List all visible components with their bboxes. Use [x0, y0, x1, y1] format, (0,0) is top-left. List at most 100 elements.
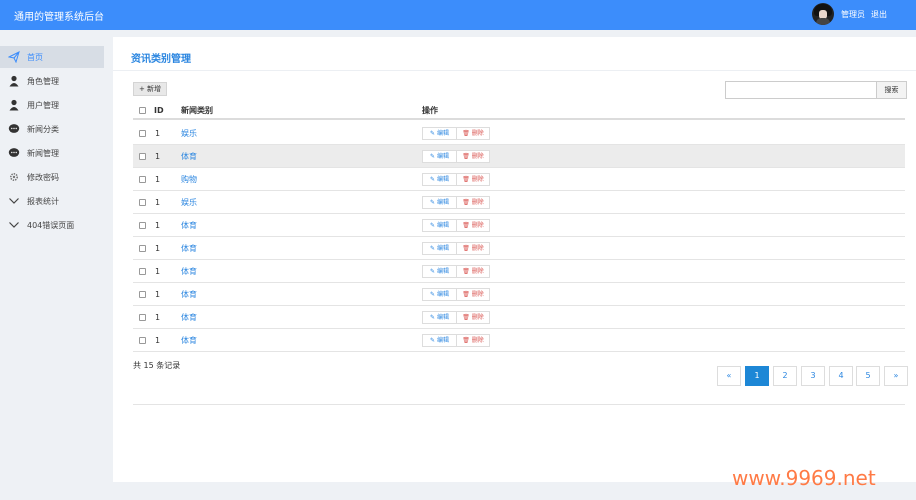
row-category[interactable]: 体育: [181, 260, 197, 282]
edit-icon: ✎: [430, 291, 437, 298]
search-button[interactable]: 搜索: [876, 81, 907, 99]
delete-button[interactable]: 🗑 删除: [456, 265, 490, 278]
row-id: 1: [155, 289, 161, 299]
sidebar-item-label: 404错误页面: [27, 221, 75, 230]
edit-button[interactable]: ✎ 编辑: [422, 242, 457, 255]
row-category[interactable]: 体育: [181, 214, 197, 236]
select-all-checkbox[interactable]: [139, 106, 146, 114]
delete-button[interactable]: 🗑 删除: [456, 196, 490, 209]
edit-icon: ✎: [430, 176, 437, 183]
table-row: 1 体育 ✎ 编辑 🗑 删除: [133, 237, 905, 260]
delete-label: 删除: [471, 314, 484, 321]
row-id: 1: [155, 197, 161, 207]
sidebar-item-home[interactable]: 首页: [0, 46, 104, 68]
edit-label: 编辑: [436, 130, 449, 137]
delete-button[interactable]: 🗑 删除: [456, 311, 490, 324]
row-category[interactable]: 购物: [181, 168, 197, 190]
edit-icon: ✎: [430, 130, 437, 137]
row-id: 1: [155, 312, 161, 322]
trash-icon: 🗑: [462, 130, 472, 137]
delete-button[interactable]: 🗑 删除: [456, 242, 490, 255]
edit-label: 编辑: [436, 291, 449, 298]
sidebar-item-news[interactable]: 新闻管理: [0, 142, 104, 164]
sidebar-item-label: 新闻管理: [27, 149, 59, 158]
record-count: 共 15 条记录: [133, 361, 181, 370]
delete-label: 删除: [471, 245, 484, 252]
row-checkbox[interactable]: [139, 267, 146, 275]
row-checkbox[interactable]: [139, 175, 146, 183]
user-name[interactable]: 管理员: [841, 9, 865, 20]
trash-icon: 🗑: [462, 199, 472, 206]
row-checkbox[interactable]: [139, 244, 146, 252]
trash-icon: 🗑: [462, 245, 472, 252]
edit-label: 编辑: [436, 268, 449, 275]
add-button[interactable]: + 新增: [133, 82, 167, 96]
edit-button[interactable]: ✎ 编辑: [422, 265, 457, 278]
edit-label: 编辑: [436, 337, 449, 344]
row-category[interactable]: 娱乐: [181, 122, 197, 144]
edit-button[interactable]: ✎ 编辑: [422, 288, 457, 301]
edit-icon: ✎: [430, 314, 437, 321]
delete-button[interactable]: 🗑 删除: [456, 219, 490, 232]
edit-button[interactable]: ✎ 编辑: [422, 196, 457, 209]
row-checkbox[interactable]: [139, 313, 146, 321]
sidebar-item-label: 用户管理: [27, 101, 59, 110]
row-checkbox[interactable]: [139, 221, 146, 229]
search-input[interactable]: [725, 81, 877, 99]
sidebar-item-404[interactable]: 404错误页面: [0, 214, 104, 236]
edit-button[interactable]: ✎ 编辑: [422, 311, 457, 324]
row-category[interactable]: 体育: [181, 329, 197, 351]
edit-button[interactable]: ✎ 编辑: [422, 150, 457, 163]
sidebar-item-label: 修改密码: [27, 173, 59, 182]
row-category[interactable]: 娱乐: [181, 191, 197, 213]
sidebar-item-reports[interactable]: 报表统计: [0, 190, 104, 212]
title-divider: [113, 70, 916, 71]
row-category[interactable]: 体育: [181, 283, 197, 305]
sidebar-item-roles[interactable]: 角色管理: [0, 70, 104, 92]
sidebar-item-users[interactable]: 用户管理: [0, 94, 104, 116]
row-checkbox[interactable]: [139, 290, 146, 298]
trash-icon: 🗑: [462, 222, 472, 229]
row-checkbox[interactable]: [139, 152, 146, 160]
row-checkbox[interactable]: [139, 198, 146, 206]
row-category[interactable]: 体育: [181, 306, 197, 328]
edit-button[interactable]: ✎ 编辑: [422, 219, 457, 232]
delete-button[interactable]: 🗑 删除: [456, 173, 490, 186]
table-row: 1 购物 ✎ 编辑 🗑 删除: [133, 168, 905, 191]
sidebar-item-change-password[interactable]: 修改密码: [0, 166, 104, 188]
avatar[interactable]: [812, 3, 834, 25]
edit-button[interactable]: ✎ 编辑: [422, 334, 457, 347]
row-checkbox[interactable]: [139, 129, 146, 137]
sidebar-item-news-category[interactable]: 新闻分类: [0, 118, 104, 140]
row-id: 1: [155, 335, 161, 345]
pagination-page-3[interactable]: 3: [801, 366, 825, 386]
delete-button[interactable]: 🗑 删除: [456, 334, 490, 347]
footer-divider: [133, 404, 905, 405]
chat-bubble-icon: [8, 124, 20, 133]
row-category[interactable]: 体育: [181, 145, 197, 167]
row-checkbox[interactable]: [139, 336, 146, 344]
chevron-down-icon: [9, 222, 19, 228]
edit-icon: ✎: [430, 199, 437, 206]
gear-icon: [9, 172, 19, 182]
pagination-page-2[interactable]: 2: [773, 366, 797, 386]
edit-button[interactable]: ✎ 编辑: [422, 173, 457, 186]
edit-button[interactable]: ✎ 编辑: [422, 127, 457, 140]
pagination-prev[interactable]: «: [717, 366, 741, 386]
trash-icon: 🗑: [462, 314, 472, 321]
pagination-page-1[interactable]: 1: [745, 366, 769, 386]
row-id: 1: [155, 128, 161, 138]
delete-button[interactable]: 🗑 删除: [456, 127, 490, 140]
trash-icon: 🗑: [462, 153, 472, 160]
logout-link[interactable]: 退出: [871, 9, 887, 20]
delete-button[interactable]: 🗑 删除: [456, 288, 490, 301]
sidebar-item-label: 报表统计: [27, 197, 59, 206]
delete-button[interactable]: 🗑 删除: [456, 150, 490, 163]
delete-label: 删除: [471, 337, 484, 344]
pagination-next[interactable]: »: [884, 366, 908, 386]
row-category[interactable]: 体育: [181, 237, 197, 259]
header-actions: 操作: [422, 105, 438, 115]
sidebar-item-label: 新闻分类: [27, 125, 59, 134]
pagination-page-5[interactable]: 5: [856, 366, 880, 386]
pagination-page-4[interactable]: 4: [829, 366, 853, 386]
